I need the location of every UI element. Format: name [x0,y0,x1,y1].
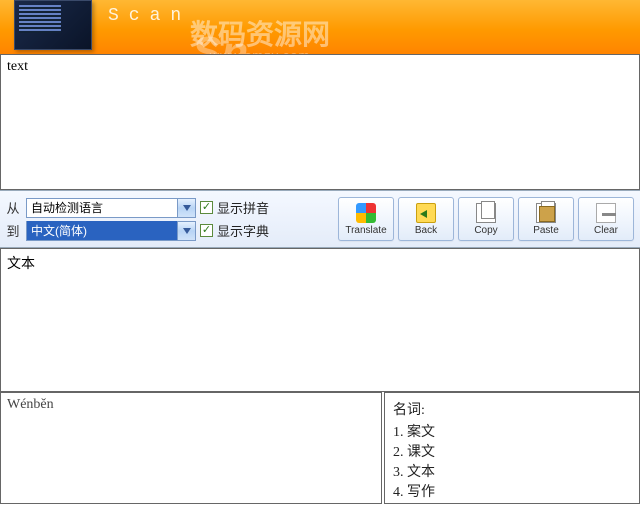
pinyin-output[interactable]: Wénběn [0,392,382,504]
translate-icon [356,203,376,223]
back-button-label: Back [415,225,437,236]
app-header: Scan Sn 数码资源网 www.smzy.com [0,0,640,54]
language-panel: 从 自动检测语言 显示拼音 到 中文(简体) 显示字典 [0,195,330,244]
show-dict-label: 显示字典 [217,221,269,240]
from-row: 从 自动检测语言 显示拼音 [4,198,330,218]
copy-button-label: Copy [474,225,497,236]
dict-list: 1. 案文2. 课文3. 文本4. 写作 [393,421,631,501]
dict-item: 1. 案文 [393,421,631,441]
watermark-main: 数码资源网 [190,19,330,50]
copy-icon [476,203,496,223]
source-text-input[interactable]: text [0,54,640,190]
control-bar: 从 自动检测语言 显示拼音 到 中文(简体) 显示字典 [0,190,640,248]
clear-button[interactable]: Clear [578,197,634,241]
chevron-down-icon [177,222,195,240]
paste-button-label: Paste [533,225,559,236]
to-language-select[interactable]: 中文(简体) [26,221,196,241]
translate-button[interactable]: Translate [338,197,394,241]
app-logo [14,0,92,50]
to-language-value: 中文(简体) [27,221,177,240]
copy-button[interactable]: Copy [458,197,514,241]
from-language-select[interactable]: 自动检测语言 [26,198,196,218]
paste-icon [536,203,556,223]
watermark-text: 数码资源网 www.smzy.com [190,20,330,54]
translation-output[interactable]: 文本 [0,248,640,392]
from-label: 从 [4,198,22,217]
app-title: Scan [108,6,191,26]
to-label: 到 [4,221,22,240]
paste-button[interactable]: Paste [518,197,574,241]
clear-icon [596,203,616,223]
back-icon [416,203,436,223]
dict-heading: 名词: [393,399,631,419]
show-pinyin-label: 显示拼音 [217,198,269,217]
to-row: 到 中文(简体) 显示字典 [4,221,330,241]
show-dict-checkbox[interactable] [200,224,213,237]
toolbar-buttons: Translate Back Copy Paste Clear [338,197,634,241]
chevron-down-icon [177,199,195,217]
from-language-value: 自动检测语言 [27,198,177,217]
dict-item: 2. 课文 [393,441,631,461]
clear-button-label: Clear [594,225,618,236]
watermark-logo: Sn [192,28,248,54]
dictionary-output[interactable]: 名词: 1. 案文2. 课文3. 文本4. 写作 [384,392,640,504]
back-button[interactable]: Back [398,197,454,241]
dict-item: 4. 写作 [393,481,631,501]
translate-button-label: Translate [345,225,386,236]
dict-item: 3. 文本 [393,461,631,481]
show-pinyin-checkbox[interactable] [200,201,213,214]
